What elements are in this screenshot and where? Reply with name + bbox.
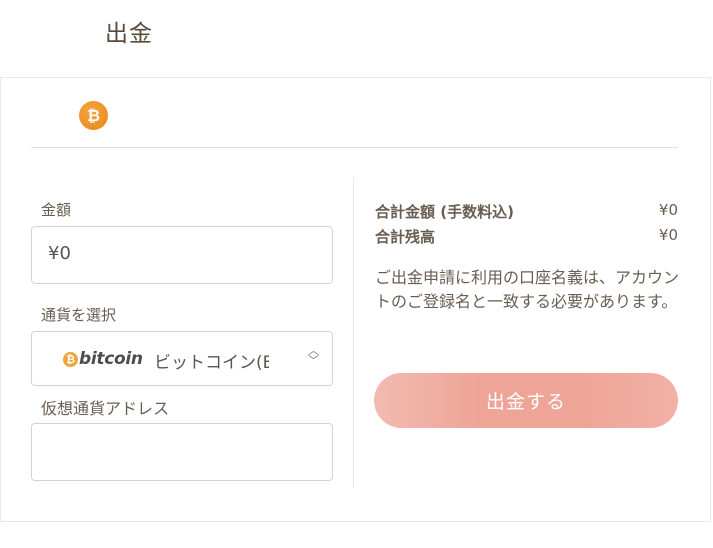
- amount-field-box: [31, 226, 333, 284]
- page-title: 出金: [105, 21, 153, 47]
- bitcoin-logo: ₿ bitcoin: [63, 349, 143, 369]
- select-arrows-icon: ︿ ﹀: [308, 344, 319, 367]
- currency-label: 通貨を選択: [41, 306, 117, 324]
- address-label: 仮想通貨アドレス: [41, 399, 170, 418]
- total-amount-value: ¥0: [658, 201, 678, 219]
- bitcoin-icon: ₿: [86, 105, 101, 125]
- column-divider: [353, 178, 354, 488]
- account-name-notice: ご出金申請に利用の口座名義は、アカウントのご登録名と一致する必要があります。: [375, 268, 680, 311]
- currency-selected-value: ビットコイン(BTC): [154, 353, 269, 373]
- amount-input[interactable]: [48, 243, 298, 264]
- total-balance-label: 合計残高: [375, 228, 436, 246]
- bitcoin-icon: ₿: [63, 351, 78, 367]
- tab-divider: [31, 147, 678, 148]
- withdraw-submit-button[interactable]: 出金する: [374, 373, 678, 428]
- bitcoin-tab[interactable]: ₿: [79, 101, 108, 130]
- amount-label: 金額: [41, 201, 72, 219]
- address-field-box: [31, 423, 333, 481]
- total-balance-value: ¥0: [658, 226, 678, 244]
- address-input[interactable]: [46, 432, 320, 474]
- currency-select[interactable]: ₿bitcoin ビットコイン(BTC) ︿﹀: [31, 331, 333, 386]
- total-amount-row: 合計金額 (手数料込) ¥0: [375, 201, 678, 222]
- total-balance-row: 合計残高 ¥0: [375, 226, 678, 247]
- bitcoin-logo-text: bitcoin: [79, 349, 143, 369]
- total-amount-label: 合計金額 (手数料込): [375, 203, 514, 221]
